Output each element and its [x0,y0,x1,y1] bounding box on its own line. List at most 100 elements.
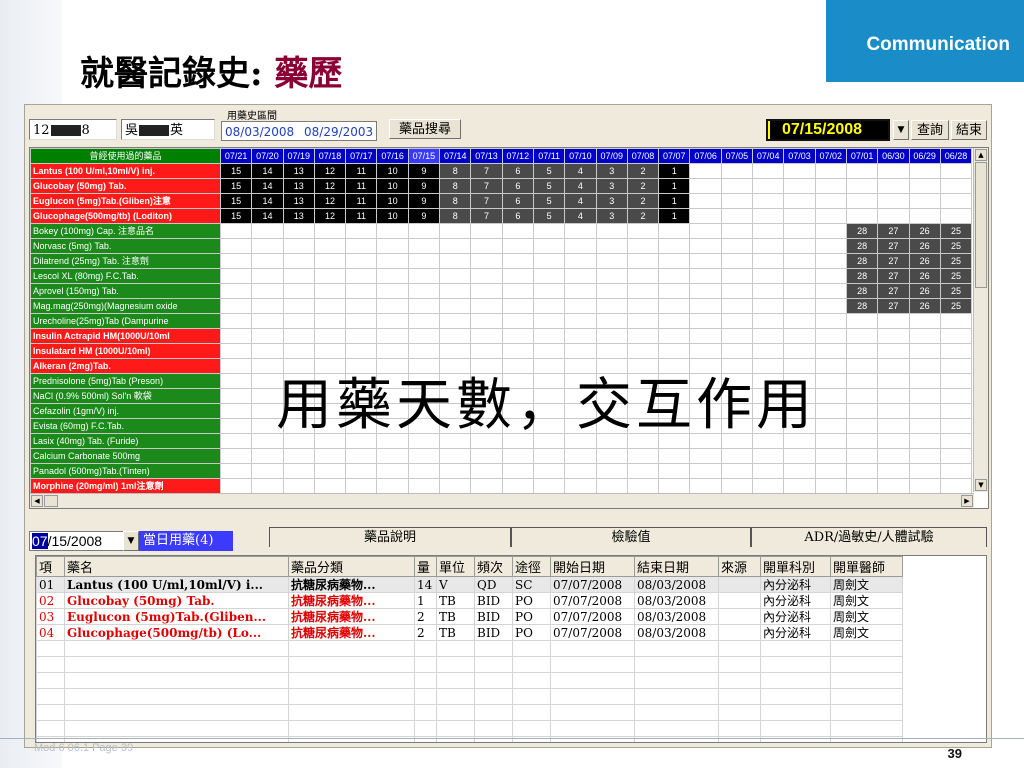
drug-row[interactable]: Norvasc (5mg) Tab. 28 27 26 25 [30,238,973,254]
drug-row[interactable]: Bokey (100mg) Cap. 注意品名 28 27 26 25 [30,223,973,239]
drug-name-cell[interactable]: Norvasc (5mg) Tab. [30,238,221,254]
list-column-header[interactable]: 藥名 [64,556,289,577]
list-column-header[interactable]: 量 [414,556,437,577]
day-count-cell [783,328,816,344]
patient-name-field[interactable]: 吳英 [121,119,215,140]
date-column-header: 07/03 [783,148,816,164]
horizontal-scrollbar[interactable]: ◀ ▶ [30,493,974,508]
drug-name-cell[interactable]: Insulin Actrapid HM(1000U/10ml [30,328,221,344]
drug-name-cell[interactable]: Lasix (40mg) Tab. (Furide) [30,433,221,449]
drug-name-cell[interactable]: Prednisolone (5mg)Tab (Preson) [30,373,221,389]
vertical-scrollbar[interactable]: ▲ ▼ [973,148,988,492]
drug-name-cell[interactable]: Euglucon (5mg)Tab.(Gliben)注意 [30,193,221,209]
day-count-cell [564,448,597,464]
close-button[interactable]: 結束 [951,120,987,140]
scroll-right-icon[interactable]: ▶ [961,495,973,507]
drug-name-cell[interactable]: Glucobay (50mg) Tab. [30,178,221,194]
day-count-cell [908,418,941,434]
drug-row[interactable]: Morphine (20mg/ml) 1ml注意劑 [30,478,973,494]
drug-row[interactable]: Insulin Actrapid HM(1000U/10ml [30,328,973,344]
list-column-header[interactable]: 藥品分類 [288,556,415,577]
day-count-cell [877,448,910,464]
list-column-header[interactable]: 項 [36,556,65,577]
drug-name-cell[interactable]: Morphine (20mg/ml) 1ml注意劑 [30,478,221,494]
list-column-header[interactable]: 單位 [436,556,475,577]
day-count-cell [877,313,910,329]
day-count-cell [814,178,847,194]
drug-row[interactable]: Lantus (100 U/ml,10ml/V) inj. 15 14 13 12 11 1… [30,163,973,179]
day-count-cell [877,343,910,359]
scroll-thumb[interactable] [44,495,58,507]
drug-name-cell[interactable]: Bokey (100mg) Cap. 注意品名 [30,223,221,239]
drug-name-cell[interactable]: Insulatard HM (1000U/10ml) [30,343,221,359]
day-count-cell [752,463,785,479]
medication-row[interactable]: 01 Lantus (100 U/ml,10ml/V) i... 抗糖尿病藥物...… [36,576,903,593]
date-dropdown-button[interactable]: ▼ [893,120,909,140]
list-column-header[interactable]: 頻次 [474,556,513,577]
drug-name-cell[interactable]: Calcium Carbonate 500mg [30,448,221,464]
drug-name-cell[interactable]: Alkeran (2mg)Tab. [30,358,221,374]
list-column-header[interactable]: 途徑 [512,556,551,577]
scroll-left-icon[interactable]: ◀ [31,495,43,507]
drug-row[interactable]: Dilatrend (25mg) Tab. 注意劑 28 27 26 25 [30,253,973,269]
drug-search-button[interactable]: 藥品搜尋 [389,119,461,139]
period-range-field[interactable]: 08/03/2008 08/29/2003 [221,121,377,141]
list-column-header[interactable]: 開始日期 [550,556,635,577]
drug-name-cell[interactable]: Urecholine(25mg)Tab (Dampurine [30,313,221,329]
drug-row[interactable]: Euglucon (5mg)Tab.(Gliben)注意 15 14 13 12 11 10… [30,193,973,209]
patient-id-field[interactable]: 12 8 [29,119,117,140]
day-count-cell [501,253,534,269]
day-count-cell [501,283,534,299]
day-count-cell: 27 [877,223,910,239]
medication-row[interactable]: 04 Glucophage(500mg/tb) (Lo... 抗糖尿病藥物... 2 T… [36,624,903,641]
list-date-field[interactable]: 07/15/2008 [29,531,125,551]
day-count-cell [219,463,253,479]
day-count-cell: 26 [908,283,941,299]
drug-name-cell[interactable]: Panadol (500mg)Tab.(Tinten) [30,463,221,479]
list-column-header[interactable]: 結束日期 [634,556,719,577]
tab-lab-values[interactable]: 檢驗值 [511,527,751,547]
drug-row[interactable]: Aprovel (150mg) Tab. 28 27 26 25 [30,283,973,299]
drug-row[interactable]: Lescol XL (80mg) F.C.Tab. 28 27 26 25 [30,268,973,284]
list-column-header[interactable]: 開單醫師 [830,556,903,577]
drug-row[interactable]: Mag.mag(250mg)(Magnesium oxide 28 27 26 25 [30,298,973,314]
day-count-cell [219,328,253,344]
drug-name-cell[interactable]: Aprovel (150mg) Tab. [30,283,221,299]
drug-row[interactable]: Urecholine(25mg)Tab (Dampurine [30,313,973,329]
day-count-cell [595,283,628,299]
tab-drug-info[interactable]: 藥品說明 [269,527,511,547]
drug-name-cell[interactable]: Lescol XL (80mg) F.C.Tab. [30,268,221,284]
scroll-down-icon[interactable]: ▼ [975,479,987,491]
drug-row[interactable]: Panadol (500mg)Tab.(Tinten) [30,463,973,479]
medication-row[interactable]: 03 Euglucon (5mg)Tab.(Gliben... 抗糖尿病藥物... 2… [36,608,903,625]
day-count-cell [814,328,847,344]
date-column-header: 07/16 [376,148,409,164]
list-column-header[interactable]: 開單科別 [760,556,831,577]
period-start[interactable]: 08/03/2008 [225,122,294,142]
drug-name-cell[interactable]: NaCl (0.9% 500ml) Sol'n 軟袋 [30,388,221,404]
drug-row[interactable]: Insulatard HM (1000U/10ml) [30,343,973,359]
drug-name-cell[interactable]: Glucophage(500mg/tb) (Loditon) [30,208,221,224]
drug-name-cell[interactable]: Mag.mag(250mg)(Magnesium oxide [30,298,221,314]
medication-row[interactable]: 02 Glucobay (50mg) Tab. 抗糖尿病藥物... 1 TB BID PO 0… [36,592,903,609]
medication-cell: BID [474,608,513,625]
list-column-header[interactable]: 來源 [718,556,761,577]
list-date-dropdown[interactable]: ▼ [123,531,139,551]
drug-name-cell[interactable]: Lantus (100 U/ml,10ml/V) inj. [30,163,221,179]
query-button[interactable]: 查詢 [911,120,949,140]
drug-row[interactable]: Calcium Carbonate 500mg [30,448,973,464]
today-meds-button[interactable]: 當日用藥(4) [139,531,233,551]
drug-row[interactable]: Glucobay (50mg) Tab. 15 14 13 12 11 10 9 8 7 6 5 4 3 2… [30,178,973,194]
scroll-thumb[interactable] [975,162,987,288]
day-count-cell [501,298,534,314]
period-end[interactable]: 08/29/2003 [304,122,373,142]
scroll-up-icon[interactable]: ▲ [975,149,987,161]
day-count-cell [564,238,597,254]
drug-row[interactable]: Glucophage(500mg/tb) (Loditon) 15 14 13 12 11… [30,208,973,224]
day-count-cell [908,193,941,209]
drug-name-cell[interactable]: Dilatrend (25mg) Tab. 注意劑 [30,253,221,269]
current-date-field[interactable]: 07/15/2008 [766,119,890,141]
drug-name-cell[interactable]: Evista (60mg) F.C.Tab. [30,418,221,434]
tab-adr-allergy[interactable]: ADR/過敏史/人體試驗 [751,527,987,547]
drug-name-cell[interactable]: Cefazolin (1gm/V) inj. [30,403,221,419]
